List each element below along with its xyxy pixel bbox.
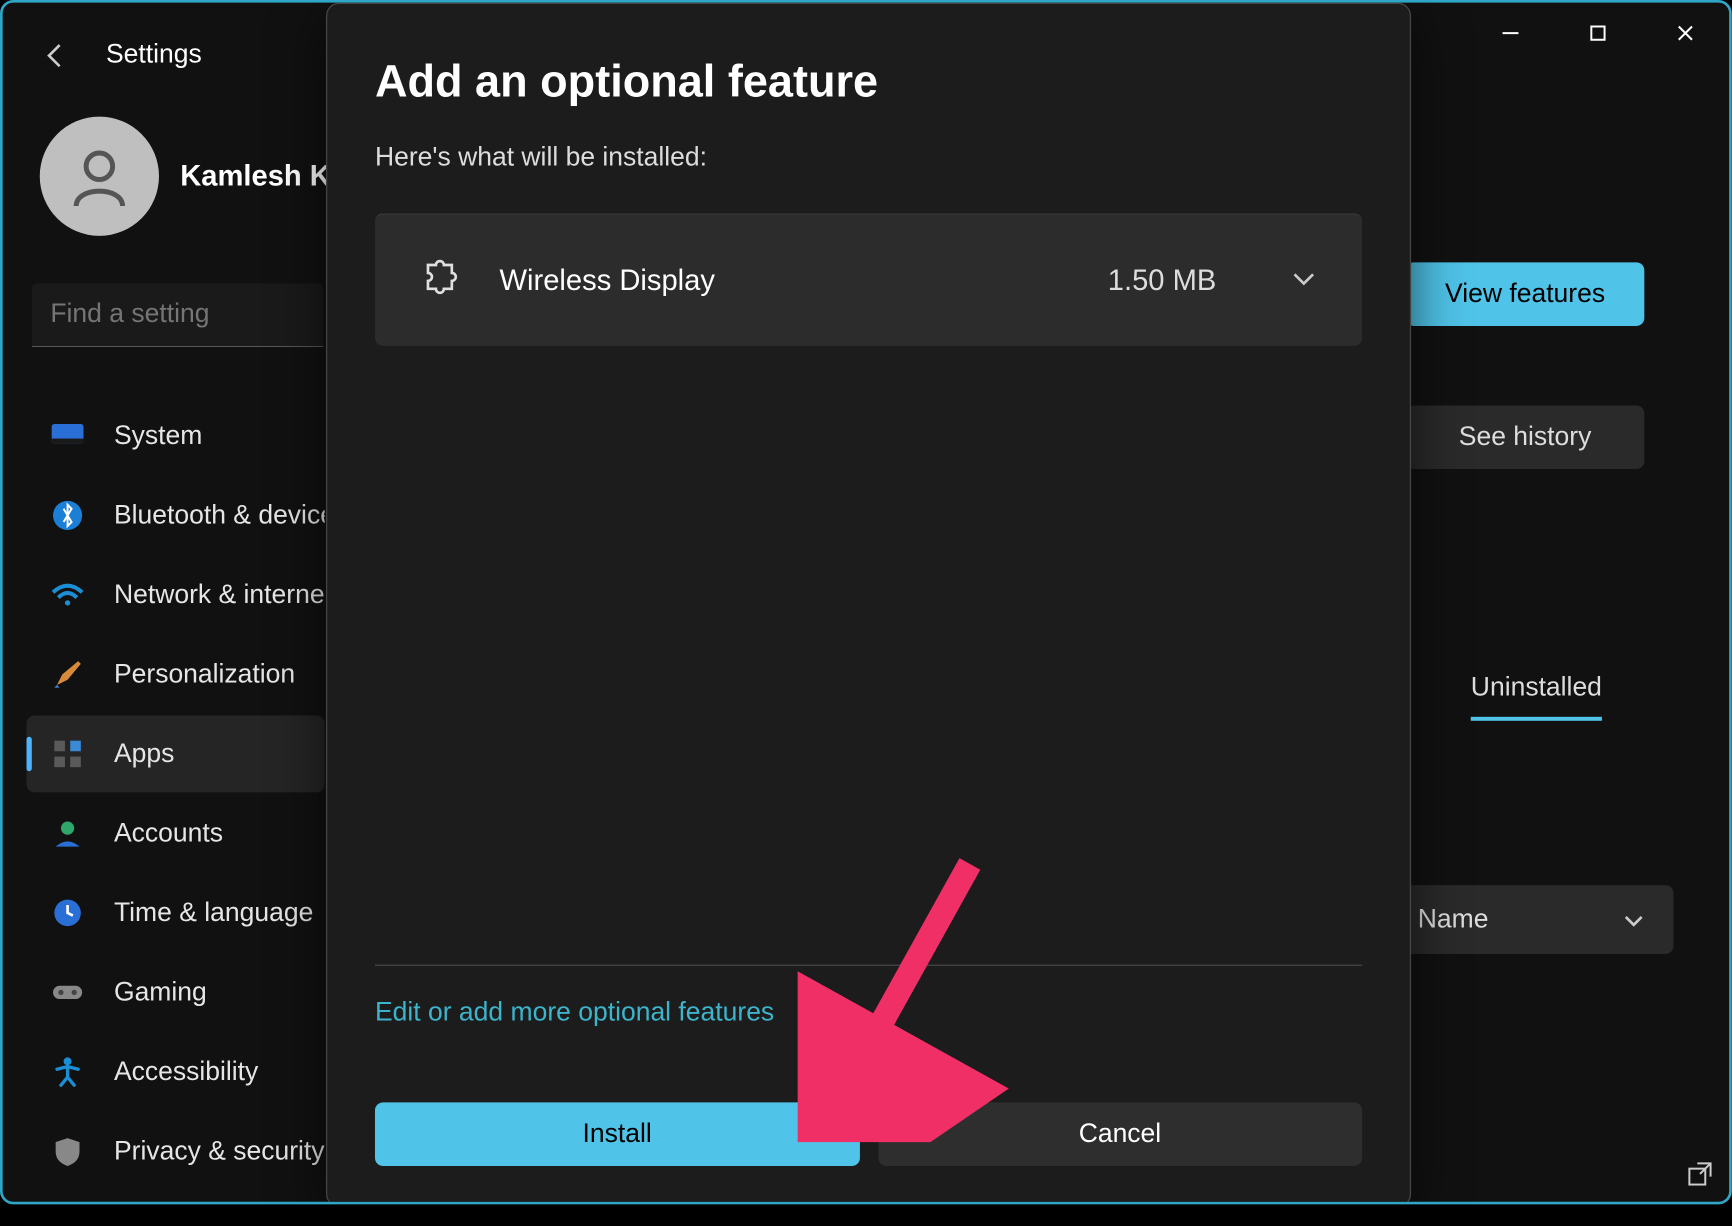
avatar [40, 117, 159, 236]
button-label: See history [1459, 422, 1592, 452]
sidebar-item-label: System [114, 421, 202, 451]
add-feature-dialog: Add an optional feature Here's what will… [326, 3, 1411, 1205]
close-button[interactable] [1642, 3, 1729, 64]
sidebar-item-label: Accessibility [114, 1057, 258, 1087]
person-icon [50, 816, 84, 850]
feature-row[interactable]: Wireless Display 1.50 MB [375, 213, 1362, 346]
sidebar-item-label: Personalization [114, 659, 295, 689]
chevron-down-icon [1291, 268, 1318, 292]
minimize-button[interactable] [1467, 3, 1554, 64]
sidebar-item-time-language[interactable]: Time & language [27, 875, 325, 952]
maximize-button[interactable] [1554, 3, 1641, 64]
edit-features-link[interactable]: Edit or add more optional features [375, 998, 1362, 1028]
sidebar-item-label: Accounts [114, 818, 223, 848]
feature-size: 1.50 MB [1108, 263, 1217, 297]
page-title: Settings [106, 40, 202, 70]
back-button[interactable] [40, 40, 72, 81]
popout-icon[interactable] [1687, 1161, 1714, 1194]
sidebar-item-label: Apps [114, 739, 174, 769]
view-features-button[interactable]: View features [1406, 262, 1645, 326]
tab-label: Uninstalled [1471, 673, 1602, 702]
gamepad-icon [50, 975, 84, 1009]
cancel-button[interactable]: Cancel [878, 1102, 1362, 1166]
sort-dropdown[interactable]: Name [1389, 885, 1674, 954]
sidebar-item-label: Gaming [114, 977, 207, 1007]
separator [375, 965, 1362, 966]
shield-icon [50, 1134, 84, 1168]
install-button[interactable]: Install [375, 1102, 859, 1166]
sidebar-item-label: Privacy & security [114, 1136, 325, 1166]
button-label: Cancel [1079, 1119, 1162, 1149]
dialog-subtitle: Here's what will be installed: [375, 143, 1362, 173]
sidebar-item-bluetooth[interactable]: Bluetooth & devices [27, 477, 325, 554]
dialog-button-row: Install Cancel [375, 1102, 1362, 1166]
sidebar-item-gaming[interactable]: Gaming [27, 954, 325, 1031]
settings-window: Settings Kamlesh Ku System Bluetooth & d… [0, 0, 1732, 1204]
button-label: Install [583, 1119, 652, 1149]
sidebar-item-apps[interactable]: Apps [27, 716, 325, 793]
sidebar-item-label: Time & language [114, 898, 313, 928]
sidebar-item-system[interactable]: System [27, 398, 325, 475]
sidebar-item-accounts[interactable]: Accounts [27, 795, 325, 872]
sidebar-item-privacy[interactable]: Privacy & security [27, 1113, 325, 1190]
clock-icon [50, 896, 84, 930]
profile-name: Kamlesh Ku [180, 159, 348, 193]
monitor-icon [50, 419, 84, 453]
sidebar-item-network[interactable]: Network & internet [27, 557, 325, 634]
chevron-down-icon [1623, 904, 1644, 934]
dialog-title: Add an optional feature [375, 57, 1362, 109]
sidebar-item-accessibility[interactable]: Accessibility [27, 1034, 325, 1111]
paintbrush-icon [50, 657, 84, 691]
puzzle-icon [420, 257, 460, 303]
see-history-button[interactable]: See history [1406, 405, 1645, 469]
bluetooth-icon [50, 498, 84, 532]
link-label: Edit or add more optional features [375, 998, 774, 1027]
button-label: View features [1445, 279, 1605, 309]
tab-uninstalled[interactable]: Uninstalled [1471, 673, 1602, 721]
apps-icon [50, 737, 84, 771]
window-controls [1467, 3, 1729, 64]
feature-name: Wireless Display [500, 263, 1069, 297]
profile-block[interactable]: Kamlesh Ku [40, 117, 349, 236]
sort-label: Name [1418, 904, 1489, 934]
sidebar-item-personalization[interactable]: Personalization [27, 636, 325, 713]
sidebar-item-label: Network & internet [114, 580, 325, 610]
sidebar-item-label: Bluetooth & devices [114, 500, 325, 530]
accessibility-icon [50, 1055, 84, 1089]
wifi-icon [50, 578, 84, 612]
search-input[interactable] [32, 284, 324, 348]
sidebar: System Bluetooth & devices Network & int… [27, 398, 325, 1190]
